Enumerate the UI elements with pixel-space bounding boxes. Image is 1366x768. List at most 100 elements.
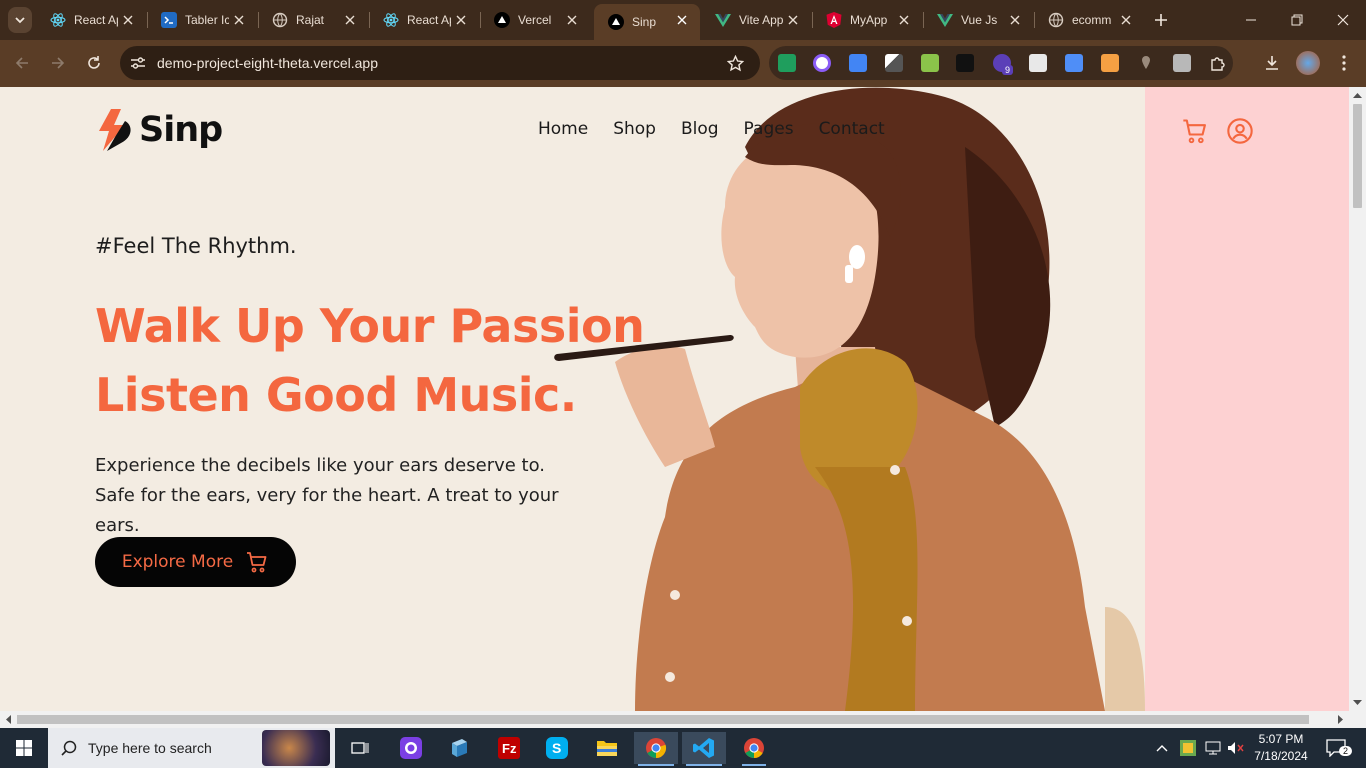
tab-vue-js[interactable]: Vue Js <box>923 4 1033 36</box>
explore-more-button[interactable]: Explore More <box>95 537 296 587</box>
extension-orange-icon[interactable] <box>1101 54 1119 72</box>
extension-dark-icon[interactable] <box>956 54 974 72</box>
location-pin-icon[interactable] <box>1137 54 1155 72</box>
hero-subtitle: #Feel The Rhythm. <box>95 234 297 258</box>
bookmark-star-icon[interactable] <box>727 55 744 72</box>
tab-vercel[interactable]: Vercel <box>480 4 590 36</box>
extension-image-icon[interactable] <box>1173 54 1191 72</box>
taskbar-file-explorer[interactable] <box>591 732 623 764</box>
vertical-scrollbar-thumb[interactable] <box>1353 104 1362 208</box>
nav-link-shop[interactable]: Shop <box>613 119 656 139</box>
minimize-icon <box>1246 19 1256 21</box>
folder-icon <box>597 741 617 756</box>
close-icon[interactable] <box>120 12 136 28</box>
taskbar-github-desktop[interactable] <box>395 732 427 764</box>
github-icon <box>400 737 422 759</box>
notification-center-button[interactable]: 2 <box>1320 732 1353 764</box>
tab-myapp[interactable]: MyApp <box>812 4 922 36</box>
restore-button[interactable] <box>1274 0 1320 40</box>
hero-description: Experience the decibels like your ears d… <box>95 455 559 536</box>
restore-icon <box>1291 14 1303 26</box>
downloads-button[interactable] <box>1260 51 1284 75</box>
extension-green-icon[interactable] <box>778 54 796 72</box>
close-icon[interactable] <box>453 12 469 28</box>
extension-file-icon[interactable] <box>1065 54 1083 72</box>
scroll-left-arrow-icon[interactable] <box>4 715 13 724</box>
close-icon[interactable] <box>342 12 358 28</box>
browser-toolbar: demo-project-eight-theta.vercel.app 9 <box>0 40 1366 87</box>
task-view-button[interactable] <box>344 732 376 764</box>
horizontal-scrollbar[interactable] <box>0 711 1366 728</box>
search-highlight-image <box>262 730 330 766</box>
site-settings-icon[interactable] <box>130 56 146 70</box>
taskbar-clock[interactable]: 5:07 PM 7/18/2024 <box>1250 731 1312 765</box>
minimize-button[interactable] <box>1228 0 1274 40</box>
svg-text:S: S <box>552 740 561 756</box>
site-logo[interactable]: Sinp <box>95 107 223 153</box>
show-hidden-icons-button[interactable] <box>1150 732 1174 764</box>
svg-text:Fz: Fz <box>502 741 517 756</box>
new-tab-button[interactable] <box>1138 0 1184 40</box>
scroll-right-arrow-icon[interactable] <box>1336 715 1345 724</box>
scroll-up-arrow-icon[interactable] <box>1353 91 1362 100</box>
close-icon[interactable] <box>231 12 247 28</box>
address-bar[interactable]: demo-project-eight-theta.vercel.app <box>120 46 760 80</box>
nav-link-blog[interactable]: Blog <box>681 119 719 139</box>
back-button[interactable] <box>10 51 34 75</box>
google-translate-icon[interactable] <box>849 54 867 72</box>
horizontal-scrollbar-thumb[interactable] <box>17 715 1309 724</box>
tab-rajat[interactable]: Rajat <box>258 4 368 36</box>
taskbar-search-box[interactable]: Type here to search <box>48 728 335 768</box>
chrome-icon <box>646 738 667 759</box>
taskbar-vscode[interactable] <box>682 732 726 766</box>
tab-vite-app[interactable]: Vite App <box>701 4 811 36</box>
nav-link-contact[interactable]: Contact <box>819 119 885 139</box>
close-icon[interactable] <box>1007 12 1023 28</box>
tab-search-button[interactable] <box>8 7 32 33</box>
close-icon[interactable] <box>564 12 580 28</box>
nav-link-home[interactable]: Home <box>538 119 588 139</box>
logo-text: Sinp <box>139 110 223 150</box>
cart-icon[interactable] <box>1181 117 1209 145</box>
url-text[interactable]: demo-project-eight-theta.vercel.app <box>157 55 378 71</box>
tab-strip: React App Tabler Icons Rajat React App V… <box>0 0 1366 40</box>
start-button[interactable] <box>8 732 40 764</box>
explore-more-label: Explore More <box>121 552 234 572</box>
forward-button[interactable] <box>46 51 70 75</box>
tab-react-app-2[interactable]: React App <box>369 4 479 36</box>
tab-react-app-1[interactable]: React App <box>36 4 146 36</box>
close-icon[interactable] <box>896 12 912 28</box>
tray-app-icon[interactable] <box>1175 732 1201 764</box>
close-icon[interactable] <box>785 12 801 28</box>
taskbar-app-blue[interactable] <box>443 732 475 764</box>
user-account-icon[interactable] <box>1226 117 1254 145</box>
color-picker-icon[interactable] <box>885 54 903 72</box>
extension-doc-icon[interactable] <box>1029 54 1047 72</box>
tab-sinp[interactable]: Sinp <box>594 4 700 40</box>
clock-time: 5:07 PM <box>1258 732 1304 746</box>
profile-avatar[interactable] <box>1296 51 1320 75</box>
windows-taskbar: Type here to search Fz S 5:07 PM 7/18/20… <box>0 728 1366 768</box>
nav-link-pages[interactable]: Pages <box>744 119 794 139</box>
close-window-button[interactable] <box>1320 0 1366 40</box>
web-page: Sinp Home Shop Blog Pages Contact #Feel … <box>0 87 1349 711</box>
tab-tabler-icons[interactable]: Tabler Icons <box>147 4 257 36</box>
vertical-scrollbar[interactable] <box>1349 87 1366 711</box>
close-icon[interactable] <box>1118 12 1134 28</box>
extensions-puzzle-icon[interactable] <box>1209 54 1227 72</box>
browser-menu-button[interactable] <box>1332 51 1356 75</box>
close-icon[interactable] <box>674 12 690 28</box>
volume-icon[interactable] <box>1223 732 1249 764</box>
taskbar-filezilla[interactable]: Fz <box>493 732 525 764</box>
scroll-down-arrow-icon[interactable] <box>1353 698 1362 707</box>
extension-tools-icon[interactable] <box>921 54 939 72</box>
taskbar-skype[interactable]: S <box>541 732 573 764</box>
taskbar-chrome-active[interactable] <box>634 732 678 766</box>
tab-ecomm[interactable]: ecomm <box>1034 4 1144 36</box>
taskbar-chrome-2[interactable] <box>738 732 770 766</box>
close-icon <box>1337 14 1349 26</box>
extension-circle-icon[interactable] <box>813 54 831 72</box>
extension-badge-count: 9 <box>1002 65 1014 75</box>
cart-icon <box>247 552 267 573</box>
reload-button[interactable] <box>82 51 106 75</box>
